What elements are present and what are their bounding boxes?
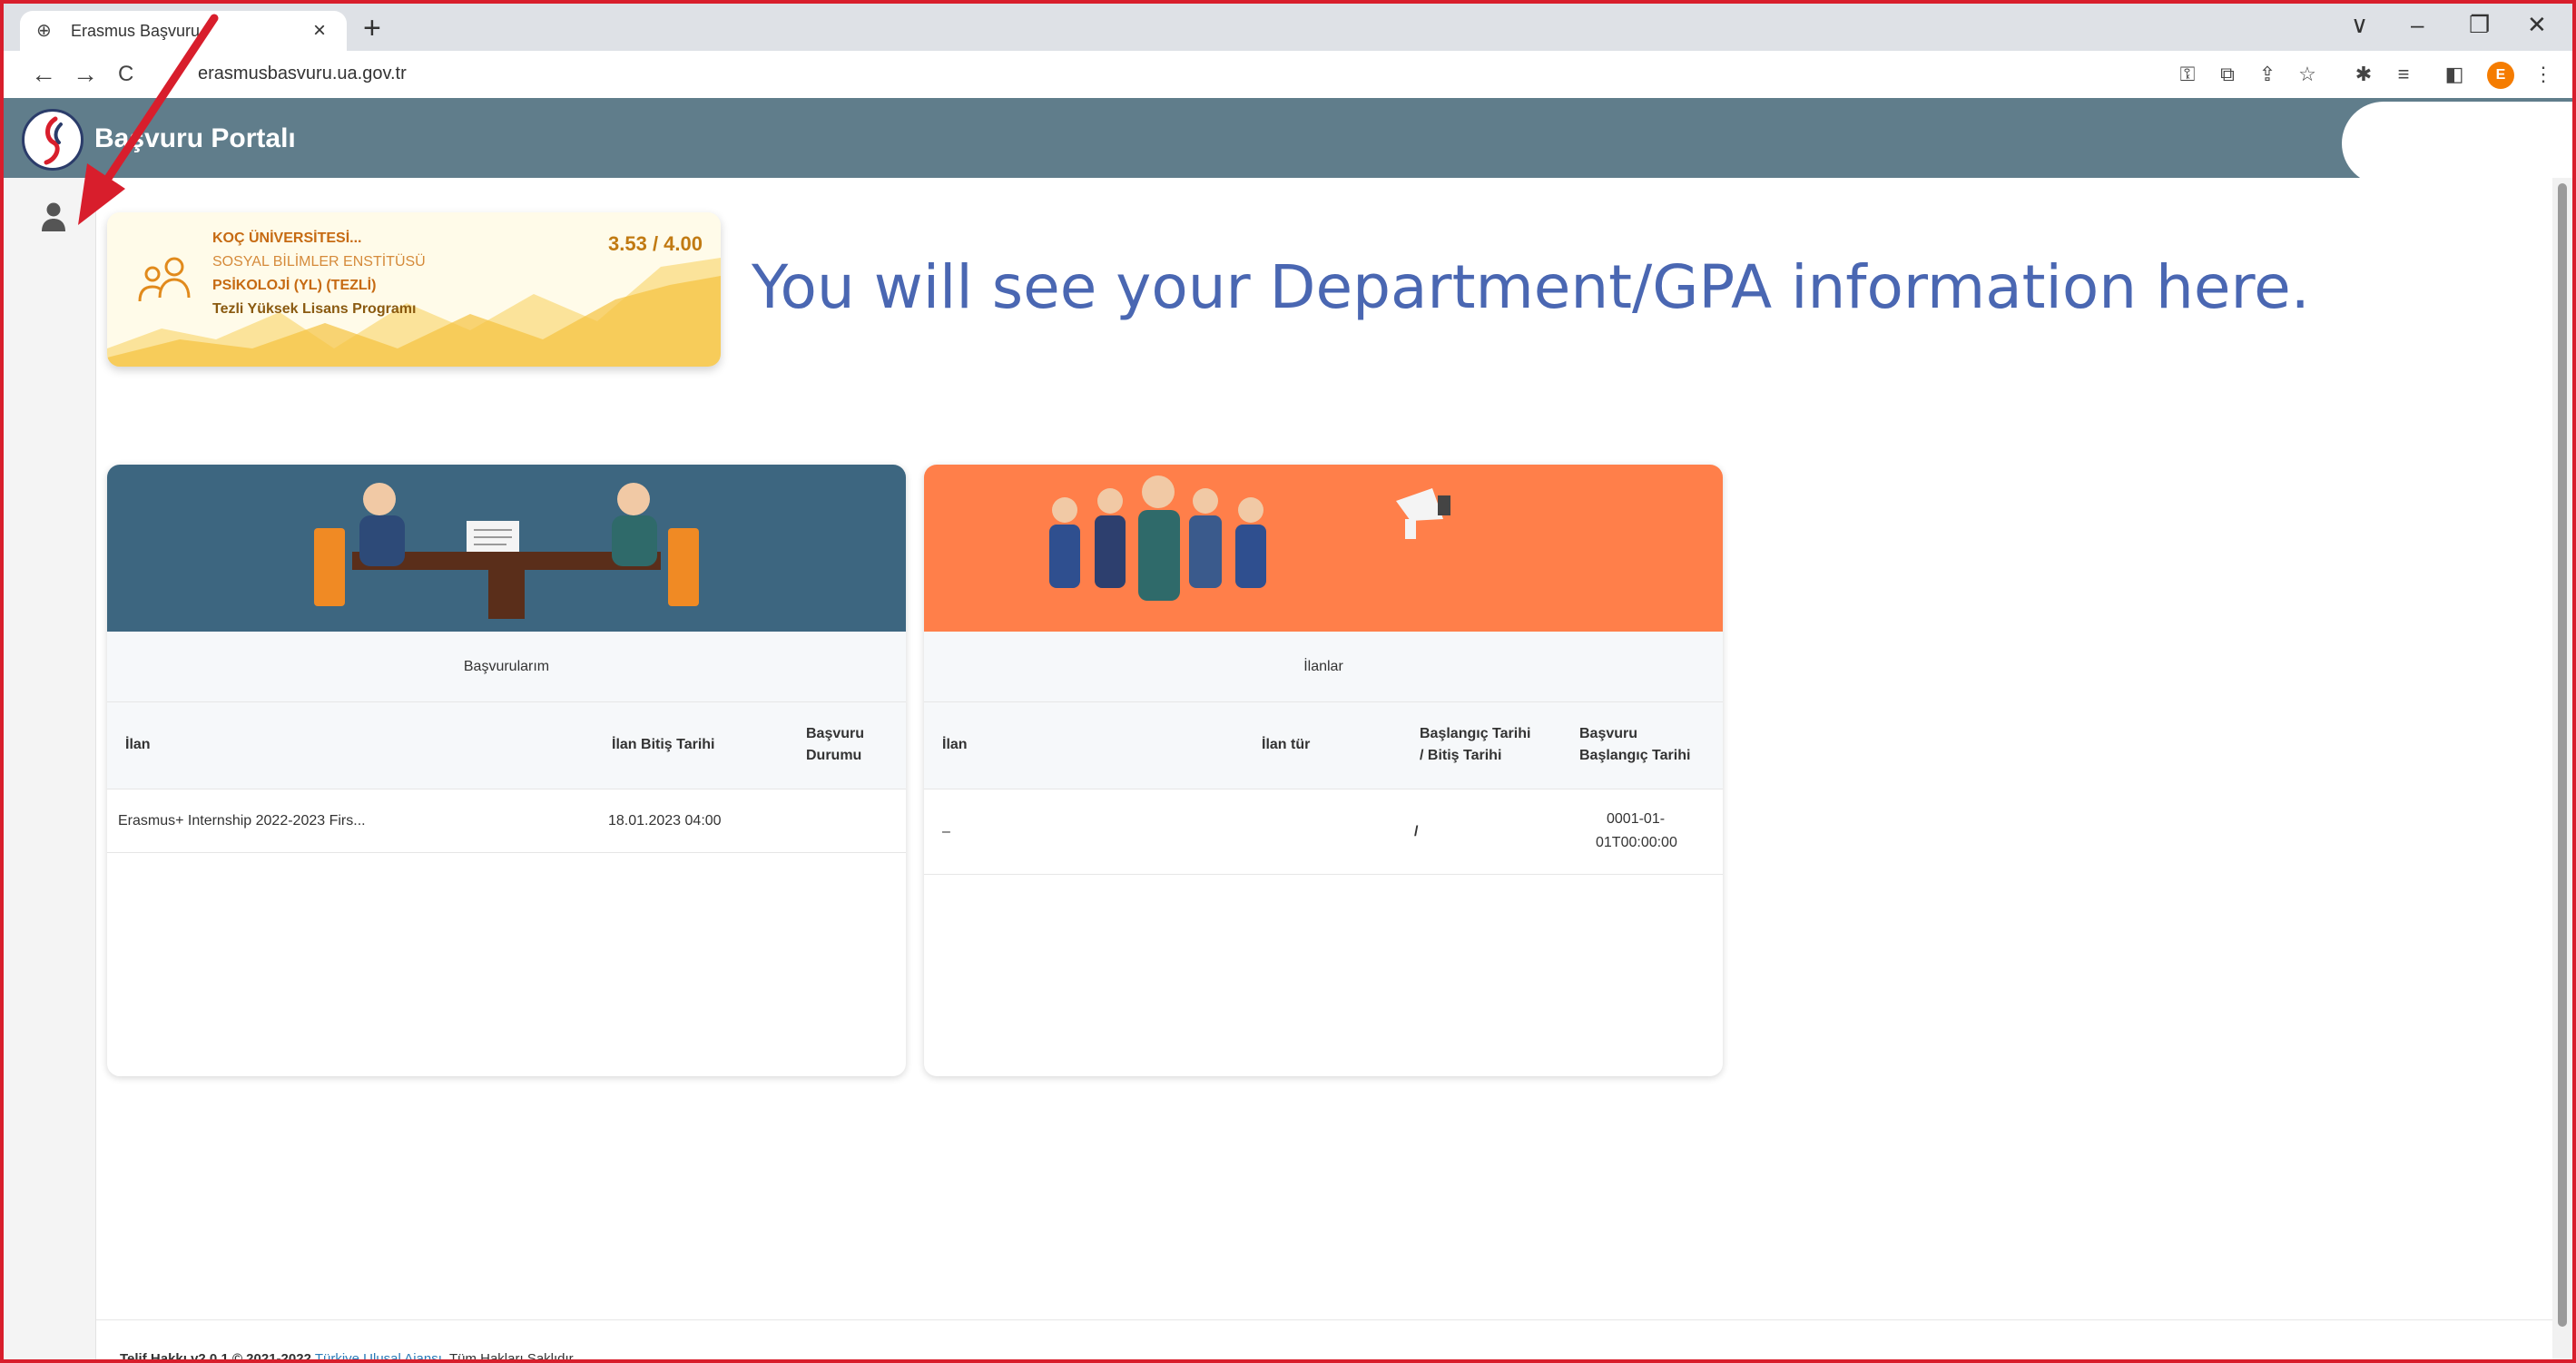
tab-title: Erasmus Başvuru xyxy=(71,21,201,40)
annotation-text: You will see your Department/GPA informa… xyxy=(752,252,2310,322)
crowd-megaphone-illustration xyxy=(924,465,1723,632)
screenshot-frame: ⊕ Erasmus Başvuru × + ∨ – ❐ ✕ ← → C eras… xyxy=(0,0,2576,1363)
logo[interactable] xyxy=(22,109,84,171)
department-name: PSİKOLOJİ (YL) (TEZLİ) xyxy=(212,278,377,293)
col-ilan: İlan xyxy=(942,737,968,752)
sidebar xyxy=(4,178,96,1359)
restore-button[interactable]: ❐ xyxy=(2469,11,2490,38)
department-card[interactable]: KOÇ ÜNİVERSİTESİ... SOSYAL BİLİMLER ENST… xyxy=(107,212,721,367)
gpa-value: 3.53 / 4.00 xyxy=(608,232,703,255)
star-icon[interactable]: ☆ xyxy=(2295,62,2320,87)
browser-toolbar: ← → C erasmusbasvuru.ua.gov.tr ⚿ ⧉ ⇪ ☆ ✱… xyxy=(4,51,2572,98)
reading-list-icon[interactable]: ≡ xyxy=(2391,62,2416,87)
profile-avatar[interactable]: E xyxy=(2487,62,2514,89)
applications-panel: Başvurularım İlan İlan Bitiş Tarihi Başv… xyxy=(107,465,906,1076)
menu-icon[interactable]: ⋮ xyxy=(2531,62,2556,87)
col-ilan-bitis: İlan Bitiş Tarihi xyxy=(612,737,715,752)
table-row[interactable]: Erasmus+ Internship 2022-2023 Firs... 18… xyxy=(107,789,906,853)
col-basvuru-baslangic-2: Başlangıç Tarihi xyxy=(1579,748,1691,763)
applications-table-header: İlan İlan Bitiş Tarihi Başvuru Durumu xyxy=(107,702,906,789)
address-bar[interactable]: erasmusbasvuru.ua.gov.tr xyxy=(198,64,407,84)
col-basvuru-durumu-1: Başvuru xyxy=(806,726,865,741)
minimize-button[interactable]: – xyxy=(2411,11,2424,38)
back-button[interactable]: ← xyxy=(31,60,56,89)
announcements-panel: İlanlar İlan İlan tür Başlangıç Tarihi /… xyxy=(924,465,1723,1076)
cell-bitis: 18.01.2023 04:00 xyxy=(608,813,722,829)
footer-text: Telif Hakkı v2.0.1 © 2021-2022 Türkiye U… xyxy=(120,1351,577,1363)
header-search-pill[interactable] xyxy=(2342,102,2572,185)
col-ilan-tur: İlan tür xyxy=(1262,737,1311,752)
col-ilan: İlan xyxy=(125,737,151,752)
footer-copyright: Telif Hakkı v2.0.1 © 2021-2022 xyxy=(120,1351,311,1363)
col-basvuru-baslangic-1: Başvuru xyxy=(1579,726,1638,741)
tab-close-icon[interactable]: × xyxy=(309,18,330,44)
share-icon[interactable]: ⇪ xyxy=(2255,62,2280,87)
col-baslangic-bitis-2: / Bitiş Tarihi xyxy=(1420,748,1502,763)
table-row[interactable]: – / 0001-01- 01T00:00:00 xyxy=(924,789,1723,875)
reload-button[interactable]: C xyxy=(118,60,133,89)
extensions-icon[interactable]: ✱ xyxy=(2351,62,2376,87)
app-title: Başvuru Portalı xyxy=(94,123,296,153)
new-tab-button[interactable]: + xyxy=(363,13,381,44)
close-window-button[interactable]: ✕ xyxy=(2527,11,2547,38)
col-basvuru-durumu-2: Durumu xyxy=(806,748,862,763)
app-header: Başvuru Portalı xyxy=(4,98,2572,185)
program-name: Tezli Yüksek Lisans Programı xyxy=(212,301,417,317)
footer-org-link[interactable]: Türkiye Ulusal Ajansı. xyxy=(315,1351,446,1359)
applications-caption: Başvurularım xyxy=(107,632,906,702)
cell-basvuru-2: 01T00:00:00 xyxy=(1596,835,1677,850)
forward-button[interactable]: → xyxy=(73,60,98,89)
footer: Telif Hakkı v2.0.1 © 2021-2022 Türkiye U… xyxy=(96,1319,2552,1363)
browser-tab-bar: ⊕ Erasmus Başvuru × + ∨ – ❐ ✕ xyxy=(4,4,2572,51)
cell-basvuru-1: 0001-01- xyxy=(1607,811,1666,827)
users-icon xyxy=(138,257,191,302)
meeting-illustration xyxy=(107,465,906,632)
globe-icon: ⊕ xyxy=(36,21,52,41)
scrollbar-thumb[interactable] xyxy=(2558,183,2567,1327)
cell-ilan[interactable]: – xyxy=(942,822,950,842)
key-icon[interactable]: ⚿ xyxy=(2175,62,2200,87)
browser-tab[interactable]: ⊕ Erasmus Başvuru × xyxy=(20,11,347,51)
scrollbar[interactable] xyxy=(2552,178,2572,1359)
tab-search-icon[interactable]: ∨ xyxy=(2351,11,2368,38)
user-icon[interactable] xyxy=(40,201,67,232)
cell-tarih: / xyxy=(1414,824,1419,839)
announcements-table-header: İlan İlan tür Başlangıç Tarihi / Bitiş T… xyxy=(924,702,1723,789)
university-name: KOÇ ÜNİVERSİTESİ... xyxy=(212,230,362,246)
announcements-caption: İlanlar xyxy=(924,632,1723,702)
translate-icon[interactable]: ⧉ xyxy=(2215,62,2240,87)
col-baslangic-bitis-1: Başlangıç Tarihi xyxy=(1420,726,1531,741)
institute-name: SOSYAL BİLİMLER ENSTİTÜSÜ xyxy=(212,254,426,270)
cell-ilan[interactable]: Erasmus+ Internship 2022-2023 Firs... xyxy=(118,811,366,831)
footer-rights: Tüm Hakları Saklıdır. xyxy=(448,1351,577,1363)
side-panel-icon[interactable]: ◧ xyxy=(2442,62,2467,87)
